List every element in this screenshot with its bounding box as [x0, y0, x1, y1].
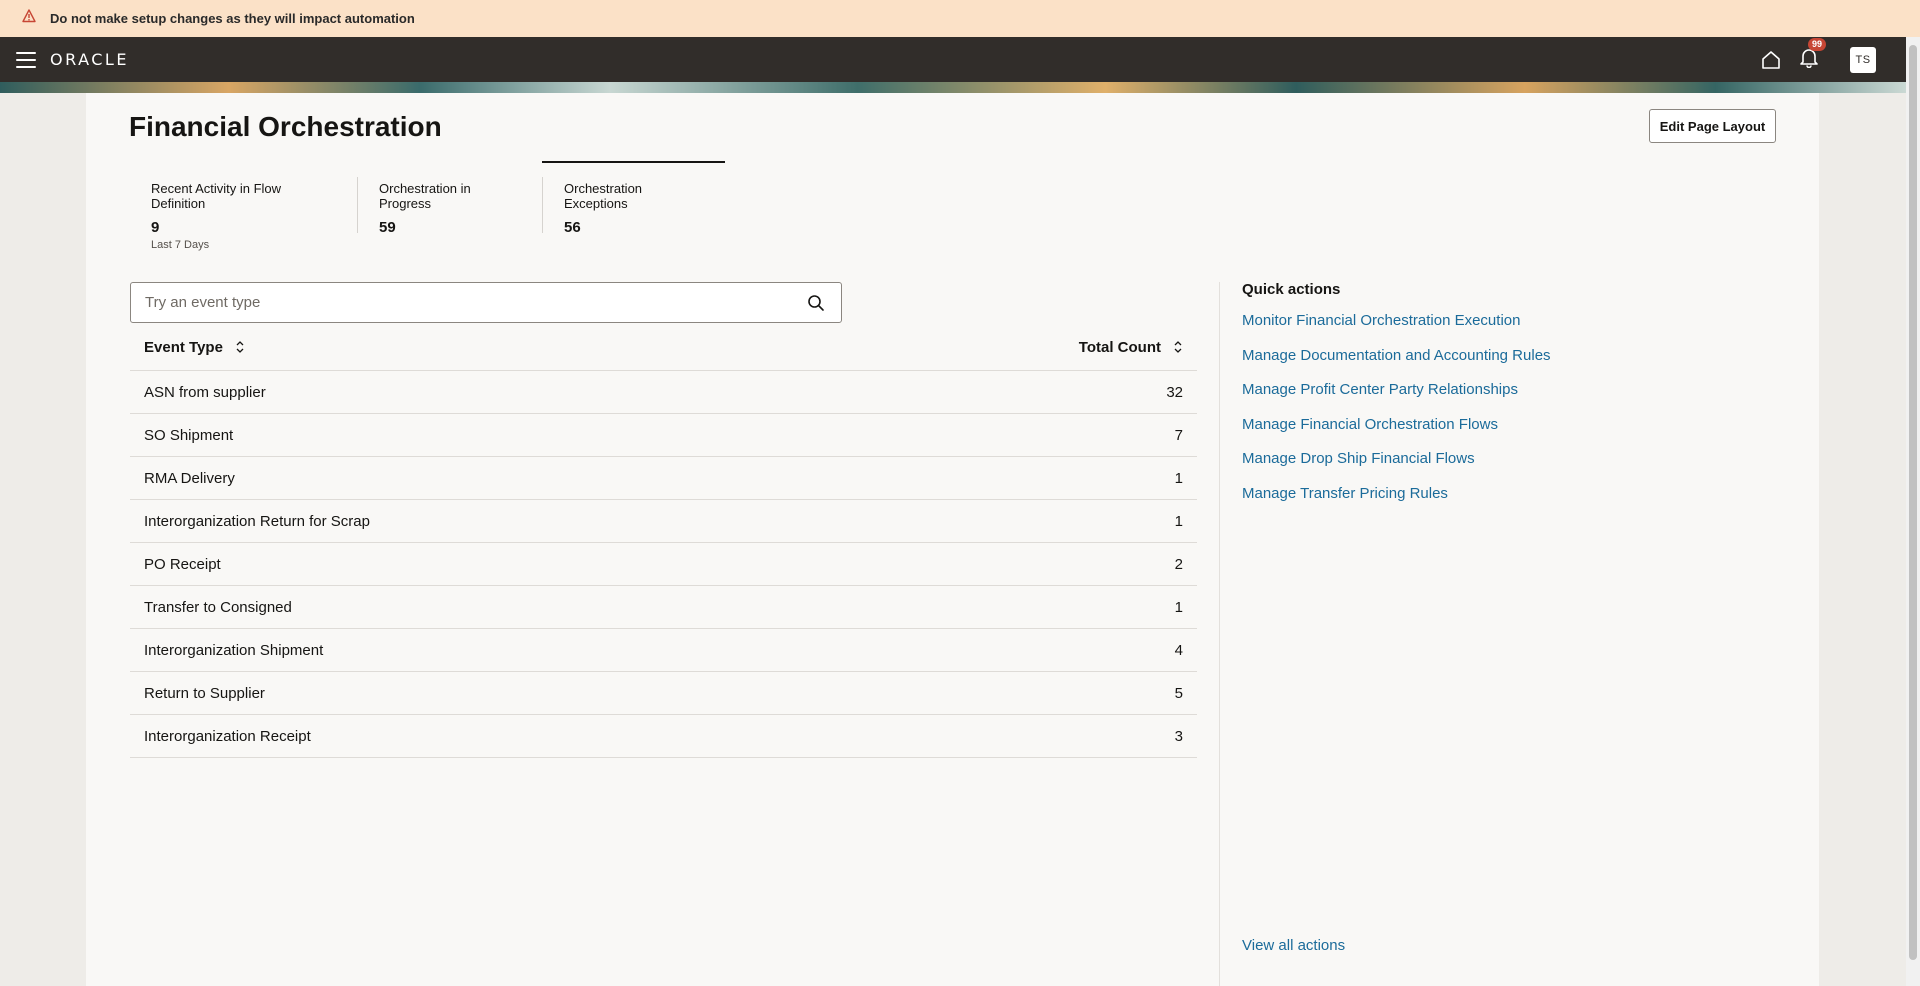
home-icon[interactable] [1760, 49, 1782, 71]
quick-action-orchestration-flows[interactable]: Manage Financial Orchestration Flows [1242, 416, 1642, 451]
hamburger-menu-icon[interactable] [16, 51, 36, 68]
total-count-cell: 32 [1166, 383, 1183, 401]
table-row[interactable]: Interorganization Shipment 4 [130, 629, 1197, 672]
event-type-cell: Return to Supplier [144, 684, 265, 702]
metric-label: Recent Activity in Flow Definition [151, 181, 282, 211]
metric-value: 9 [151, 219, 160, 236]
decorative-banner [0, 82, 1906, 93]
table-row[interactable]: SO Shipment 7 [130, 414, 1197, 457]
sort-icon[interactable] [1173, 340, 1183, 354]
sort-icon[interactable] [235, 340, 245, 354]
oracle-logo[interactable]: ORACLE [50, 50, 129, 69]
metric-tabs: Recent Activity in Flow Definition 9 Las… [129, 161, 725, 251]
event-type-cell: Interorganization Return for Scrap [144, 512, 370, 530]
total-count-column-header[interactable]: Total Count [997, 339, 1197, 356]
metric-label: Orchestration Exceptions [564, 181, 643, 211]
table-row[interactable]: PO Receipt 2 [130, 543, 1197, 586]
total-count-cell: 1 [1174, 598, 1183, 616]
table-header: Event Type Total Count [130, 324, 1197, 371]
table-row[interactable]: Transfer to Consigned 1 [130, 586, 1197, 629]
quick-action-documentation-accounting-rules[interactable]: Manage Documentation and Accounting Rule… [1242, 347, 1642, 382]
page-title: Financial Orchestration [129, 111, 442, 142]
quick-actions-title: Quick actions [1242, 281, 1341, 298]
view-all-actions-link[interactable]: View all actions [1242, 937, 1345, 954]
event-type-table: Event Type Total Count ASN from supplier… [130, 324, 1197, 758]
main-panel: Financial Orchestration Edit Page Layout… [86, 93, 1819, 986]
warning-banner: Do not make setup changes as they will i… [0, 0, 1920, 37]
metric-value: 56 [564, 219, 581, 236]
total-count-cell: 1 [1174, 512, 1183, 530]
table-row[interactable]: Interorganization Receipt 3 [130, 715, 1197, 758]
total-count-cell: 3 [1174, 727, 1183, 745]
user-avatar[interactable]: TS [1850, 46, 1876, 73]
search-icon[interactable] [807, 294, 825, 312]
table-row[interactable]: ASN from supplier 32 [130, 371, 1197, 414]
metric-orchestration-exceptions[interactable]: Orchestration Exceptions 56 [542, 161, 725, 236]
search-input[interactable] [131, 283, 807, 322]
total-count-cell: 4 [1174, 641, 1183, 659]
event-type-header-label: Event Type [144, 338, 223, 356]
table-row[interactable]: Interorganization Return for Scrap 1 [130, 500, 1197, 543]
event-type-column-header[interactable]: Event Type [130, 339, 997, 356]
event-type-cell: RMA Delivery [144, 469, 235, 487]
warning-text: Do not make setup changes as they will i… [50, 11, 415, 26]
event-type-cell: Interorganization Receipt [144, 727, 311, 745]
metric-recent-activity[interactable]: Recent Activity in Flow Definition 9 Las… [129, 161, 357, 251]
total-count-cell: 2 [1174, 555, 1183, 573]
table-row[interactable]: RMA Delivery 1 [130, 457, 1197, 500]
app-header: ORACLE 99 TS [0, 37, 1906, 82]
quick-action-drop-ship-flows[interactable]: Manage Drop Ship Financial Flows [1242, 450, 1642, 485]
table-row[interactable]: Return to Supplier 5 [130, 672, 1197, 715]
event-type-cell: SO Shipment [144, 426, 234, 444]
column-divider [1219, 282, 1220, 986]
page-scrollbar[interactable] [1906, 37, 1920, 986]
warning-icon [22, 8, 36, 22]
event-type-cell: Transfer to Consigned [144, 598, 292, 616]
metric-orchestration-in-progress[interactable]: Orchestration in Progress 59 [357, 161, 542, 236]
quick-action-transfer-pricing-rules[interactable]: Manage Transfer Pricing Rules [1242, 485, 1642, 520]
quick-action-profit-center-relationships[interactable]: Manage Profit Center Party Relationships [1242, 381, 1642, 416]
edit-page-layout-button[interactable]: Edit Page Layout [1649, 109, 1776, 143]
notifications-button[interactable]: 99 [1798, 38, 1827, 73]
event-type-cell: Interorganization Shipment [144, 641, 324, 659]
event-type-cell: PO Receipt [144, 555, 221, 573]
metric-label: Orchestration in Progress [379, 181, 471, 211]
event-type-search [130, 282, 842, 323]
metric-subtext: Last 7 Days [151, 239, 210, 251]
total-count-cell: 5 [1174, 684, 1183, 702]
notification-badge: 99 [1808, 38, 1827, 51]
total-count-cell: 7 [1174, 426, 1183, 444]
scrollbar-thumb[interactable] [1909, 45, 1917, 960]
event-type-cell: ASN from supplier [144, 383, 266, 401]
quick-action-monitor-execution[interactable]: Monitor Financial Orchestration Executio… [1242, 312, 1642, 347]
total-count-header-label: Total Count [1078, 338, 1161, 356]
total-count-cell: 1 [1174, 469, 1183, 487]
metric-value: 59 [379, 219, 396, 236]
quick-actions-panel: Quick actions Monitor Financial Orchestr… [1242, 281, 1642, 519]
